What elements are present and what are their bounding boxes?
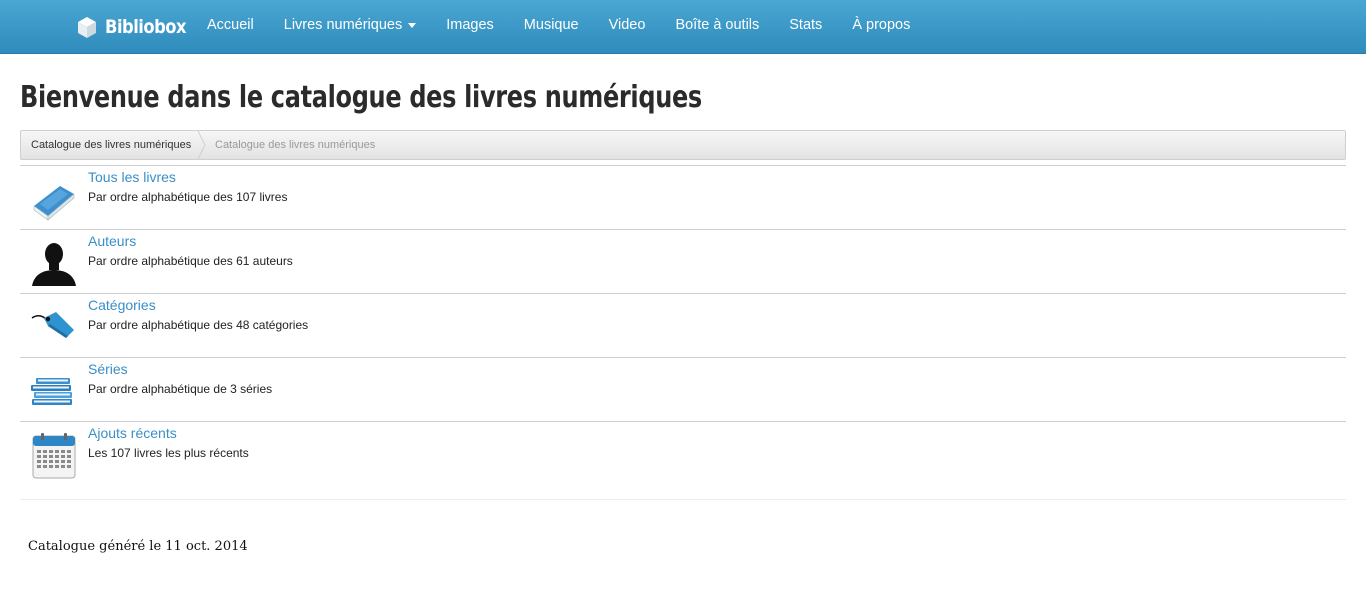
footer-generated-date: Catalogue généré le 11 oct. 2014: [28, 539, 248, 554]
caret-down-icon: [408, 22, 417, 28]
nav-item-video[interactable]: Video: [594, 0, 661, 50]
list-item-categories: Catégories Par ordre alphabétique des 48…: [20, 294, 1346, 358]
nav-item-label: Livres numériques: [283, 17, 403, 33]
entry-description: Les 107 livres les plus récents: [88, 446, 249, 460]
entry-description: Par ordre alphabétique de 3 séries: [88, 382, 273, 396]
nav-item-label: Stats: [789, 17, 823, 33]
list-item-tous-les-livres: Tous les livres Par ordre alphabétique d…: [20, 166, 1346, 230]
brand-link[interactable]: Bibliobox: [74, 12, 199, 42]
nav-item-boite-a-outils[interactable]: Boîte à outils: [660, 0, 774, 50]
nav-item-livres-numeriques[interactable]: Livres numériques: [269, 0, 431, 50]
nav-item-label: Boîte à outils: [675, 17, 760, 33]
entry-link[interactable]: Séries: [88, 361, 128, 377]
catalogue-list: Tous les livres Par ordre alphabétique d…: [20, 165, 1346, 486]
box-icon: [78, 17, 96, 38]
nav-item-stats[interactable]: Stats: [774, 0, 837, 50]
nav-item-label: Accueil: [207, 17, 254, 33]
list-item-series: Séries Par ordre alphabétique de 3 série…: [20, 358, 1346, 422]
entry-description: Par ordre alphabétique des 61 auteurs: [88, 254, 293, 268]
nav-item-accueil[interactable]: Accueil: [192, 0, 269, 50]
nav-item-images[interactable]: Images: [431, 0, 509, 50]
entry-link[interactable]: Ajouts récents: [88, 425, 177, 441]
nav-item-a-propos[interactable]: À propos: [837, 0, 925, 50]
person-silhouette-icon: [32, 243, 76, 286]
calendar-icon: [32, 433, 76, 479]
nav-item-label: À propos: [852, 17, 911, 33]
list-item-ajouts-recents: Ajouts récents Les 107 livres les plus r…: [20, 422, 1346, 486]
tag-icon: [31, 312, 74, 338]
page-title: Bienvenue dans le catalogue des livres n…: [20, 80, 702, 115]
book-icon: [33, 186, 75, 221]
brand-name: Bibliobox: [105, 16, 187, 38]
nav-item-musique[interactable]: Musique: [509, 0, 594, 50]
entry-link[interactable]: Catégories: [88, 297, 156, 313]
nav-item-label: Images: [446, 17, 494, 33]
entry-link[interactable]: Auteurs: [88, 233, 136, 249]
footer-divider: [20, 499, 1346, 500]
entry-description: Par ordre alphabétique des 107 livres: [88, 190, 288, 204]
entry-description: Par ordre alphabétique des 48 catégories: [88, 318, 309, 332]
main-nav: Accueil Livres numériques Images Musique…: [192, 0, 925, 54]
breadcrumb: Catalogue des livres numériques Catalogu…: [20, 130, 1346, 160]
breadcrumb-separator-icon: [197, 131, 206, 159]
top-navbar: Bibliobox Accueil Livres numériques Imag…: [0, 0, 1366, 54]
nav-item-label: Video: [608, 17, 646, 33]
breadcrumb-item-current: Catalogue des livres numériques: [215, 139, 376, 151]
entry-link[interactable]: Tous les livres: [88, 169, 176, 185]
book-stack-icon: [31, 378, 72, 405]
list-item-auteurs: Auteurs Par ordre alphabétique des 61 au…: [20, 230, 1346, 294]
nav-item-label: Musique: [523, 17, 579, 33]
breadcrumb-item-catalogue[interactable]: Catalogue des livres numériques: [31, 131, 191, 159]
